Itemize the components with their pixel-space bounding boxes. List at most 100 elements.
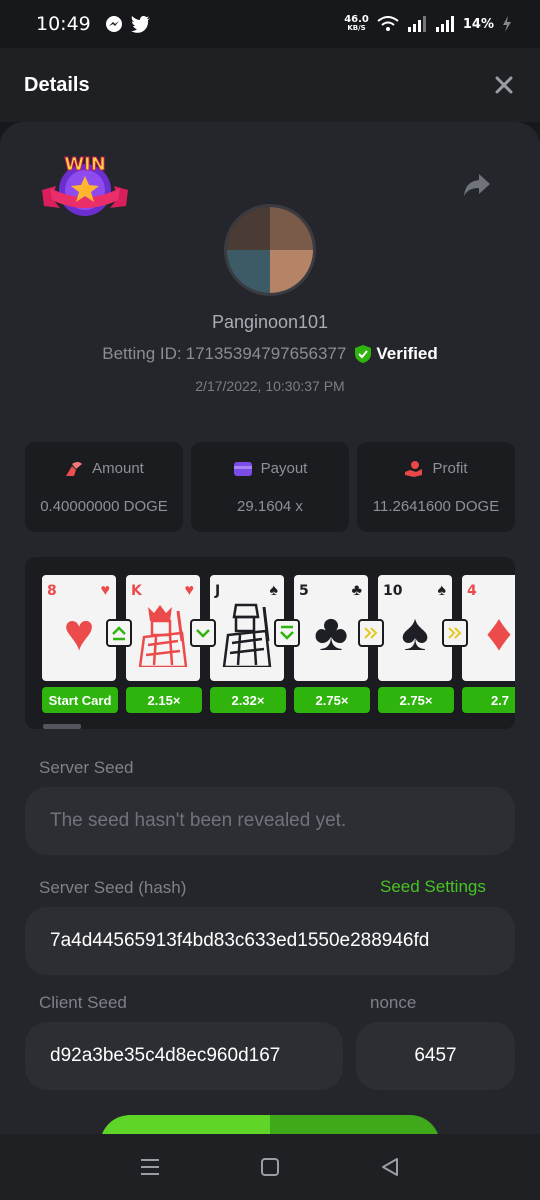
home-button[interactable] (250, 1147, 290, 1187)
status-indicators: 46.0 KB/S 14% (344, 15, 512, 33)
card-suit-small: ♠ (269, 582, 279, 599)
stats-row: Amount 0.40000000 DOGE Payout 29.1604 x … (25, 442, 515, 532)
betting-id-value: 17135394797656377 (185, 344, 347, 363)
card-suit-small: ♠ (437, 582, 447, 599)
card-suit-small: ♥ (100, 582, 111, 599)
card-multiplier: Start Card (42, 687, 118, 713)
stat-amount-label-row: Amount (64, 460, 144, 478)
stat-payout-label-row: Payout (233, 460, 308, 478)
page-title: Details (24, 73, 90, 96)
username: Panginoon101 (211, 312, 329, 332)
card-rank: 10 (383, 583, 403, 599)
status-time: 10:49 (36, 13, 91, 35)
betting-id-row: Betting ID: 17135394797656377 Verified (0, 344, 540, 364)
card-history-strip[interactable]: 8 ♥ ♥ Start Card K ♥ 2.15× J ♠ 2.32× 5 ♣… (42, 575, 515, 715)
stat-amount-label: Amount (92, 460, 144, 477)
signal-icon (407, 16, 426, 32)
playing-card: 4 ♦ ♦ (462, 575, 515, 681)
server-seed-placeholder: The seed hasn't been revealed yet. (50, 810, 347, 831)
card-slot: 8 ♥ ♥ Start Card (42, 575, 132, 715)
card-multiplier: 2.32× (210, 687, 286, 713)
card-slot: 4 ♦ ♦ 2.7 (462, 575, 515, 715)
nonce-label: nonce (370, 993, 417, 1012)
card-history-panel[interactable]: 8 ♥ ♥ Start Card K ♥ 2.15× J ♠ 2.32× 5 ♣… (25, 557, 515, 729)
card-suit-big: ♦ (485, 604, 513, 662)
back-icon (382, 1158, 398, 1176)
card-slot: 10 ♠ ♠ 2.75× (378, 575, 468, 715)
details-header: Details (0, 48, 540, 122)
recents-icon (141, 1159, 159, 1175)
status-bar: 10:49 46.0 KB/S 14% (0, 0, 540, 48)
share-button[interactable] (462, 172, 492, 200)
card-rank: 4 (467, 583, 477, 599)
details-sheet: WIN Panginoon101 Betting ID: 17135394797… (0, 122, 540, 1134)
card-multiplier: 2.7 (462, 687, 515, 713)
home-icon (261, 1158, 279, 1176)
server-seed-hash-value: 7a4d44565913f4bd83c633ed1550e288946fd (50, 930, 430, 951)
card-suit-big: ♠ (401, 604, 429, 662)
server-seed-field[interactable]: The seed hasn't been revealed yet. (25, 787, 515, 855)
server-seed-hash-field[interactable]: 7a4d44565913f4bd83c633ed1550e288946fd (25, 907, 515, 975)
client-seed-field[interactable]: d92a3be35c4d8ec960d167 (25, 1022, 343, 1090)
client-seed-label: Client Seed (39, 993, 127, 1012)
stat-profit-value: 11.2641600 DOGE (372, 497, 500, 515)
lower-arrow-icon (190, 619, 216, 647)
share-icon (464, 174, 490, 196)
bet-datetime: 2/17/2022, 10:30:37 PM (195, 378, 345, 394)
close-button[interactable] (492, 73, 516, 97)
skip-arrow-icon (358, 619, 384, 647)
status-app-icons (105, 15, 151, 33)
stat-amount-value: 0.40000000 DOGE (40, 497, 168, 515)
nonce-value: 6457 (414, 1045, 457, 1066)
charging-icon (503, 16, 511, 32)
card-suit-small: ♣ (351, 582, 363, 599)
stat-amount: Amount 0.40000000 DOGE (25, 442, 183, 532)
playing-card: K ♥ (126, 575, 200, 681)
amount-icon (66, 461, 83, 476)
verified-label: Verified (376, 344, 438, 363)
wifi-icon (377, 16, 399, 31)
recents-button[interactable] (130, 1147, 170, 1187)
playing-card: 5 ♣ ♣ (294, 575, 368, 681)
playing-card: 8 ♥ ♥ (42, 575, 116, 681)
playing-card: J ♠ (210, 575, 284, 681)
jack-face-icon (222, 603, 272, 667)
profit-icon (405, 460, 423, 477)
card-strip-scrollbar[interactable] (43, 724, 81, 729)
twitter-icon (130, 16, 150, 33)
stat-payout: Payout 29.1604 x (191, 442, 349, 532)
back-button[interactable] (370, 1147, 410, 1187)
client-seed-value: d92a3be35c4d8ec960d167 (50, 1045, 281, 1066)
playing-card: 10 ♠ ♠ (378, 575, 452, 681)
card-slot: 5 ♣ ♣ 2.75× (294, 575, 384, 715)
messenger-icon (105, 16, 122, 32)
nonce-field[interactable]: 6457 (356, 1022, 515, 1090)
primary-action-button[interactable] (100, 1115, 440, 1134)
stat-payout-label: Payout (260, 460, 308, 477)
card-multiplier: 2.75× (294, 687, 370, 713)
payout-icon (233, 461, 252, 476)
card-rank: 5 (299, 583, 309, 599)
seed-settings-link[interactable]: Seed Settings (380, 877, 486, 897)
card-suit-big: ♥ (63, 604, 95, 662)
king-face-icon (138, 605, 188, 667)
card-suit-small: ♥ (184, 582, 195, 599)
stat-profit: Profit 11.2641600 DOGE (357, 442, 515, 532)
card-slot: J ♠ 2.32× (210, 575, 300, 715)
verified-badge: Verified (354, 344, 438, 364)
server-seed-label: Server Seed (39, 758, 134, 777)
win-badge-text: WIN (64, 154, 106, 175)
card-rank: 8 (47, 583, 57, 599)
avatar (224, 204, 316, 296)
stat-profit-label-row: Profit (404, 460, 468, 478)
card-rank: J (215, 583, 221, 599)
net-speed: 46.0 KB/S (344, 15, 369, 33)
card-multiplier: 2.75× (378, 687, 454, 713)
card-suit-big: ♣ (313, 604, 349, 662)
signal-icon-2 (435, 16, 454, 32)
betting-id-label: Betting ID: (102, 344, 182, 363)
stat-profit-label: Profit (432, 460, 468, 477)
system-nav-bar (0, 1134, 540, 1200)
card-rank: K (131, 583, 142, 599)
skip-arrow-icon (442, 619, 468, 647)
